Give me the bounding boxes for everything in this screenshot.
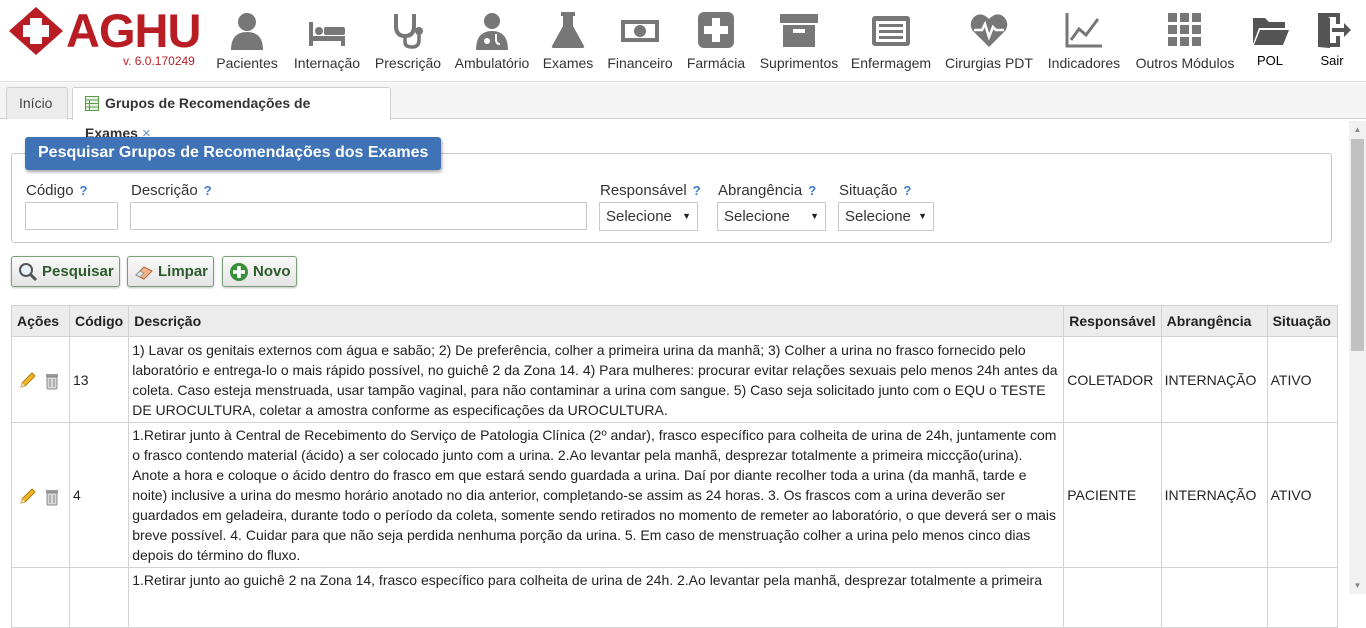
menu-pol[interactable]: POL xyxy=(1248,10,1292,76)
table-row[interactable]: 1.Retirar junto ao guichê 2 na Zona 14, … xyxy=(11,567,1338,628)
cell-situacao: ATIVO xyxy=(1266,336,1338,423)
limpar-button[interactable]: Limpar xyxy=(127,256,214,287)
menu-enfermagem[interactable]: Enfermagem xyxy=(848,10,934,76)
help-icon[interactable]: ? xyxy=(808,183,816,198)
menu-exames[interactable]: Exames xyxy=(540,10,596,76)
vertical-scrollbar[interactable]: ▲ ▼ xyxy=(1349,121,1366,594)
menu-indicadores[interactable]: Indicadores xyxy=(1044,10,1124,76)
eraser-icon xyxy=(135,266,153,280)
tab-grupos-recomendacoes[interactable]: Grupos de Recomendações de Exames × xyxy=(72,87,391,142)
header-abrangencia[interactable]: Abrangência xyxy=(1160,305,1268,337)
cell-abrangencia: INTERNAÇÃO xyxy=(1160,422,1268,568)
cell-responsavel xyxy=(1063,567,1162,628)
header-descricao[interactable]: Descrição xyxy=(128,305,1065,337)
line-chart-icon xyxy=(1065,13,1102,48)
situacao-select[interactable]: Selecione ▼ xyxy=(838,202,934,231)
box-icon xyxy=(780,14,818,47)
header-codigo[interactable]: Código xyxy=(68,305,130,337)
cell-descricao: 1.Retirar junto ao guichê 2 na Zona 14, … xyxy=(128,567,1065,628)
menu-suprimentos[interactable]: Suprimentos xyxy=(756,10,842,76)
add-circle-icon xyxy=(230,263,248,281)
scroll-thumb[interactable] xyxy=(1351,139,1364,351)
money-icon xyxy=(621,20,659,42)
menu-financeiro[interactable]: Financeiro xyxy=(604,10,676,76)
dropdown-arrow-icon: ▼ xyxy=(810,211,819,221)
top-menu-bar: AGHU v. 6.0.170249 Pacientes Internação … xyxy=(0,0,1366,82)
menu-ambulatorio[interactable]: Ambulatório xyxy=(452,10,532,76)
results-table: Ações Código Descrição Responsável Abran… xyxy=(11,305,1338,628)
search-panel-title: Pesquisar Grupos de Recomendações dos Ex… xyxy=(25,137,442,170)
heartbeat-icon xyxy=(970,14,1008,47)
row-actions xyxy=(11,336,70,423)
menu-pacientes[interactable]: Pacientes xyxy=(213,10,281,76)
responsavel-label: Responsável? xyxy=(600,182,701,199)
codigo-input[interactable] xyxy=(25,202,118,230)
exit-icon xyxy=(1318,13,1351,48)
doctor-icon xyxy=(476,13,508,50)
abrangencia-label: Abrangência? xyxy=(718,182,817,199)
cell-situacao: ATIVO xyxy=(1266,422,1338,568)
cell-codigo xyxy=(68,567,130,628)
abrangencia-select[interactable]: Selecione ▼ xyxy=(717,202,826,231)
table-header-row: Ações Código Descrição Responsável Abran… xyxy=(11,305,1338,337)
pesquisar-button[interactable]: Pesquisar xyxy=(11,256,120,287)
menu-internacao[interactable]: Internação xyxy=(290,10,364,76)
cell-responsavel: COLETADOR xyxy=(1063,336,1162,423)
situacao-label: Situação? xyxy=(839,182,912,199)
folder-icon xyxy=(1253,18,1289,45)
edit-pencil-icon[interactable] xyxy=(18,370,38,390)
logo-cross-icon xyxy=(9,7,63,55)
trash-icon[interactable] xyxy=(42,486,62,506)
scroll-down-arrow-icon[interactable]: ▼ xyxy=(1349,577,1366,594)
clipboard-list-icon xyxy=(872,16,910,46)
scroll-up-arrow-icon[interactable]: ▲ xyxy=(1349,121,1366,138)
menu-prescricao[interactable]: Prescrição xyxy=(372,10,444,76)
table-icon xyxy=(85,96,99,111)
dropdown-arrow-icon: ▼ xyxy=(918,211,927,221)
logo-text: AGHU xyxy=(66,4,201,57)
cell-responsavel: PACIENTE xyxy=(1063,422,1162,568)
cell-situacao xyxy=(1266,567,1338,628)
bed-icon xyxy=(309,22,345,46)
responsavel-select[interactable]: Selecione ▼ xyxy=(599,202,698,231)
cell-abrangencia: INTERNAÇÃO xyxy=(1160,336,1268,423)
patient-icon xyxy=(231,13,263,50)
row-actions xyxy=(11,422,70,568)
cell-codigo: 4 xyxy=(68,422,130,568)
help-icon[interactable]: ? xyxy=(693,183,701,198)
dropdown-arrow-icon: ▼ xyxy=(682,211,691,221)
help-icon[interactable]: ? xyxy=(80,183,88,198)
menu-farmacia[interactable]: Farmácia xyxy=(684,10,748,76)
novo-button[interactable]: Novo xyxy=(222,256,297,287)
edit-pencil-icon[interactable] xyxy=(18,486,38,506)
help-icon[interactable]: ? xyxy=(204,183,212,198)
descricao-label: Descrição? xyxy=(131,182,212,199)
header-responsavel[interactable]: Responsável xyxy=(1063,305,1162,337)
row-actions xyxy=(11,567,70,628)
codigo-label: Código? xyxy=(26,182,88,199)
menu-sair[interactable]: Sair xyxy=(1310,10,1354,76)
header-acoes: Ações xyxy=(11,305,70,337)
tab-inicio[interactable]: Início xyxy=(6,87,68,119)
cell-descricao: 1) Lavar os genitais externos com água e… xyxy=(128,336,1065,423)
grid-icon xyxy=(1168,13,1201,46)
aghu-logo: AGHU v. 6.0.170249 xyxy=(8,4,208,74)
menu-cirurgias-pdt[interactable]: Cirurgias PDT xyxy=(942,10,1036,76)
stethoscope-icon xyxy=(394,14,423,49)
table-row[interactable]: 4 1.Retirar junto à Central de Recebimen… xyxy=(11,422,1338,568)
tab-bar: Início Grupos de Recomendações de Exames… xyxy=(0,83,1366,142)
trash-icon[interactable] xyxy=(42,370,62,390)
help-icon[interactable]: ? xyxy=(903,183,911,198)
magnifier-icon xyxy=(19,263,38,282)
cell-abrangencia xyxy=(1160,567,1268,628)
pharmacy-cross-icon xyxy=(698,12,734,48)
table-row[interactable]: 13 1) Lavar os genitais externos com águ… xyxy=(11,336,1338,423)
cell-codigo: 13 xyxy=(68,336,130,423)
descricao-input[interactable] xyxy=(130,202,587,230)
menu-outros-modulos[interactable]: Outros Módulos xyxy=(1132,10,1238,76)
cell-descricao: 1.Retirar junto à Central de Recebimento… xyxy=(128,422,1065,568)
flask-icon xyxy=(551,12,585,48)
app-version: v. 6.0.170249 xyxy=(123,54,195,68)
header-situacao[interactable]: Situação xyxy=(1266,305,1338,337)
